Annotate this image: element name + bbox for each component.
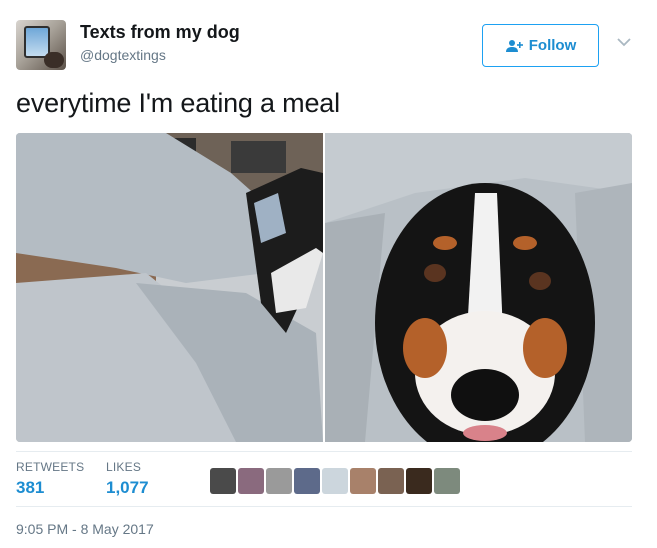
retweets-stat[interactable]: RETWEETS 381	[16, 460, 84, 498]
tweet-timestamp[interactable]: 9:05 PM - 8 May 2017	[16, 521, 154, 537]
photo-legs-and-shoe[interactable]	[16, 133, 323, 442]
chevron-down-icon[interactable]	[616, 36, 632, 48]
liker-avatar[interactable]	[266, 468, 292, 494]
liker-avatar[interactable]	[434, 468, 460, 494]
liker-avatar[interactable]	[294, 468, 320, 494]
liker-avatar[interactable]	[322, 468, 348, 494]
follow-button-label: Follow	[528, 37, 577, 54]
avatar-paw	[44, 52, 64, 68]
liker-avatar[interactable]	[350, 468, 376, 494]
tweet-text: everytime I'm eating a meal	[16, 88, 340, 118]
dog-photo-drawing	[325, 133, 632, 442]
likes-label: LIKES	[106, 460, 142, 474]
liker-avatar[interactable]	[210, 468, 236, 494]
stats-divider-top	[16, 451, 632, 452]
tweet-media[interactable]	[16, 133, 632, 442]
user-handle[interactable]: @dogtextings	[80, 47, 166, 63]
liker-avatars	[210, 468, 460, 494]
tweet-card: Texts from my dog @dogtextings Follow ev…	[0, 0, 657, 548]
liker-avatar[interactable]	[378, 468, 404, 494]
retweets-count: 381	[16, 478, 45, 497]
avatar[interactable]	[16, 20, 66, 70]
user-display-name[interactable]: Texts from my dog	[80, 22, 240, 43]
liker-avatar[interactable]	[406, 468, 432, 494]
liker-avatar[interactable]	[238, 468, 264, 494]
photo-dog-face[interactable]	[325, 133, 632, 442]
tweet-stats: RETWEETS 381 LIKES 1,077	[16, 454, 632, 504]
stats-divider-bottom	[16, 506, 632, 507]
retweets-label: RETWEETS	[16, 460, 85, 474]
legs-photo-drawing	[16, 133, 323, 442]
likes-count: 1,077	[106, 478, 149, 497]
user-plus-icon	[505, 39, 523, 52]
likes-stat[interactable]: LIKES 1,077	[106, 460, 149, 498]
follow-button[interactable]: Follow	[482, 24, 599, 67]
